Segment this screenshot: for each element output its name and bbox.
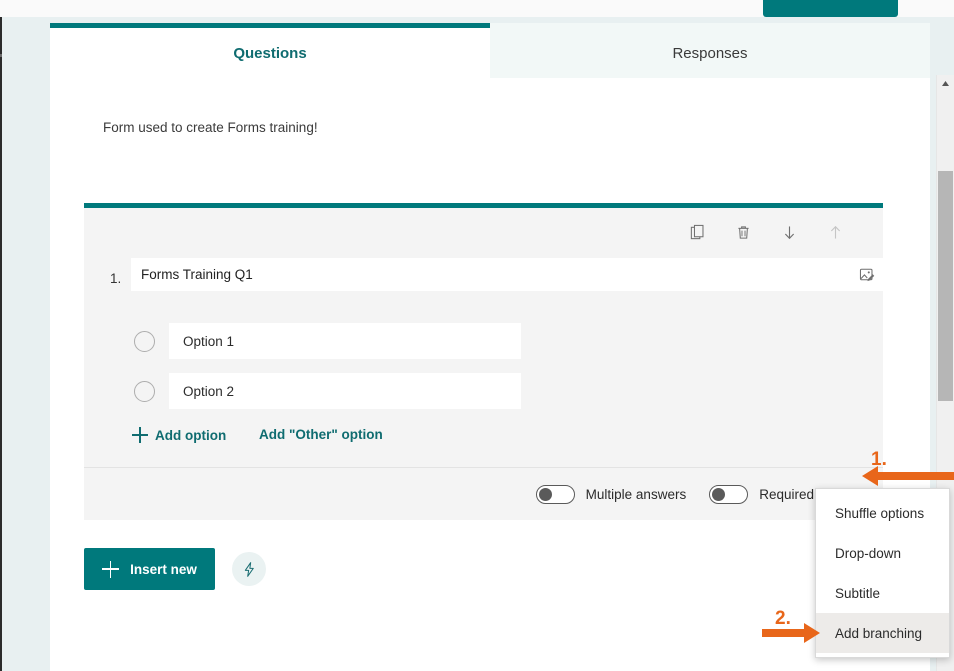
menu-item-shuffle-options[interactable]: Shuffle options xyxy=(816,493,949,533)
question-card-footer: Multiple answers Required ••• xyxy=(84,467,883,520)
form-description: Form used to create Forms training! xyxy=(103,120,318,135)
question-title-value: Forms Training Q1 xyxy=(141,267,253,282)
required-label: Required xyxy=(759,486,814,502)
form-shell: Questions Responses Form used to create … xyxy=(50,23,930,671)
question-card: 1. Forms Training Q1 Option 1 Option 2 A… xyxy=(84,203,883,520)
option-value: Option 2 xyxy=(183,383,235,399)
scrollbar-track-upper[interactable] xyxy=(937,92,954,171)
menu-item-drop-down[interactable]: Drop-down xyxy=(816,533,949,573)
insert-new-label: Insert new xyxy=(130,561,197,577)
image-edit-icon[interactable] xyxy=(849,258,883,291)
menu-item-label: Drop-down xyxy=(835,545,902,561)
option-radio-icon[interactable] xyxy=(134,331,155,352)
option-value: Option 1 xyxy=(183,333,235,349)
annotation-label-1: 1. xyxy=(871,449,887,470)
form-body: Form used to create Forms training! 1. F… xyxy=(50,78,930,671)
scroll-up-arrow-icon[interactable] xyxy=(937,75,954,92)
question-options-menu: Shuffle options Drop-down Subtitle Add b… xyxy=(815,488,950,658)
tab-responses[interactable]: Responses xyxy=(490,23,930,78)
tab-questions[interactable]: Questions xyxy=(50,23,490,78)
question-number: 1. xyxy=(110,271,122,286)
required-toggle[interactable] xyxy=(709,484,749,504)
copy-icon[interactable] xyxy=(681,216,713,248)
scrollbar-thumb[interactable] xyxy=(938,171,953,401)
option-radio-icon[interactable] xyxy=(134,381,155,402)
menu-item-label: Add branching xyxy=(835,625,923,641)
add-option-row: Add option Add "Other" option xyxy=(84,421,883,467)
top-strip xyxy=(0,0,954,17)
arrow-up-icon xyxy=(819,216,851,248)
question-title-row: 1. Forms Training Q1 xyxy=(84,258,883,304)
add-other-option-button[interactable]: Add "Other" option xyxy=(259,427,383,442)
multiple-answers-toggle[interactable] xyxy=(535,484,575,504)
menu-item-label: Shuffle options xyxy=(835,505,925,521)
plus-icon xyxy=(132,427,148,443)
insert-new-row: Insert new xyxy=(84,548,266,590)
lightning-bolt-icon[interactable] xyxy=(232,552,266,586)
option-row: Option 2 xyxy=(84,371,883,421)
plus-icon xyxy=(102,560,120,578)
multiple-answers-label: Multiple answers xyxy=(585,486,687,502)
form-tabs: Questions Responses xyxy=(50,23,930,78)
app-canvas: Questions Responses Form used to create … xyxy=(0,17,954,671)
annotation-label-2: 2. xyxy=(775,608,791,629)
question-card-toolbar xyxy=(84,208,883,258)
option-input[interactable]: Option 1 xyxy=(169,323,521,359)
window-left-edge xyxy=(0,17,2,671)
menu-item-add-branching[interactable]: Add branching xyxy=(816,613,949,653)
delete-icon[interactable] xyxy=(727,216,759,248)
window-left-edge-notch xyxy=(0,54,2,57)
tab-responses-label: Responses xyxy=(672,44,748,62)
menu-item-subtitle[interactable]: Subtitle xyxy=(816,573,949,613)
partial-top-action-button[interactable] xyxy=(763,0,898,17)
question-title-input[interactable]: Forms Training Q1 xyxy=(131,258,849,291)
arrow-down-icon[interactable] xyxy=(773,216,805,248)
option-input[interactable]: Option 2 xyxy=(169,373,521,409)
add-option-label: Add option xyxy=(155,427,227,443)
insert-new-button[interactable]: Insert new xyxy=(84,548,215,590)
toggle-knob xyxy=(538,487,552,501)
tab-questions-label: Questions xyxy=(233,44,307,62)
menu-item-label: Subtitle xyxy=(835,585,881,601)
add-option-button[interactable]: Add option xyxy=(132,427,226,443)
forms-app-screen: Questions Responses Form used to create … xyxy=(0,0,954,671)
options-list: Option 1 Option 2 Add option Add "Other"… xyxy=(84,304,883,467)
option-row: Option 1 xyxy=(84,321,883,371)
toggle-knob xyxy=(712,487,726,501)
